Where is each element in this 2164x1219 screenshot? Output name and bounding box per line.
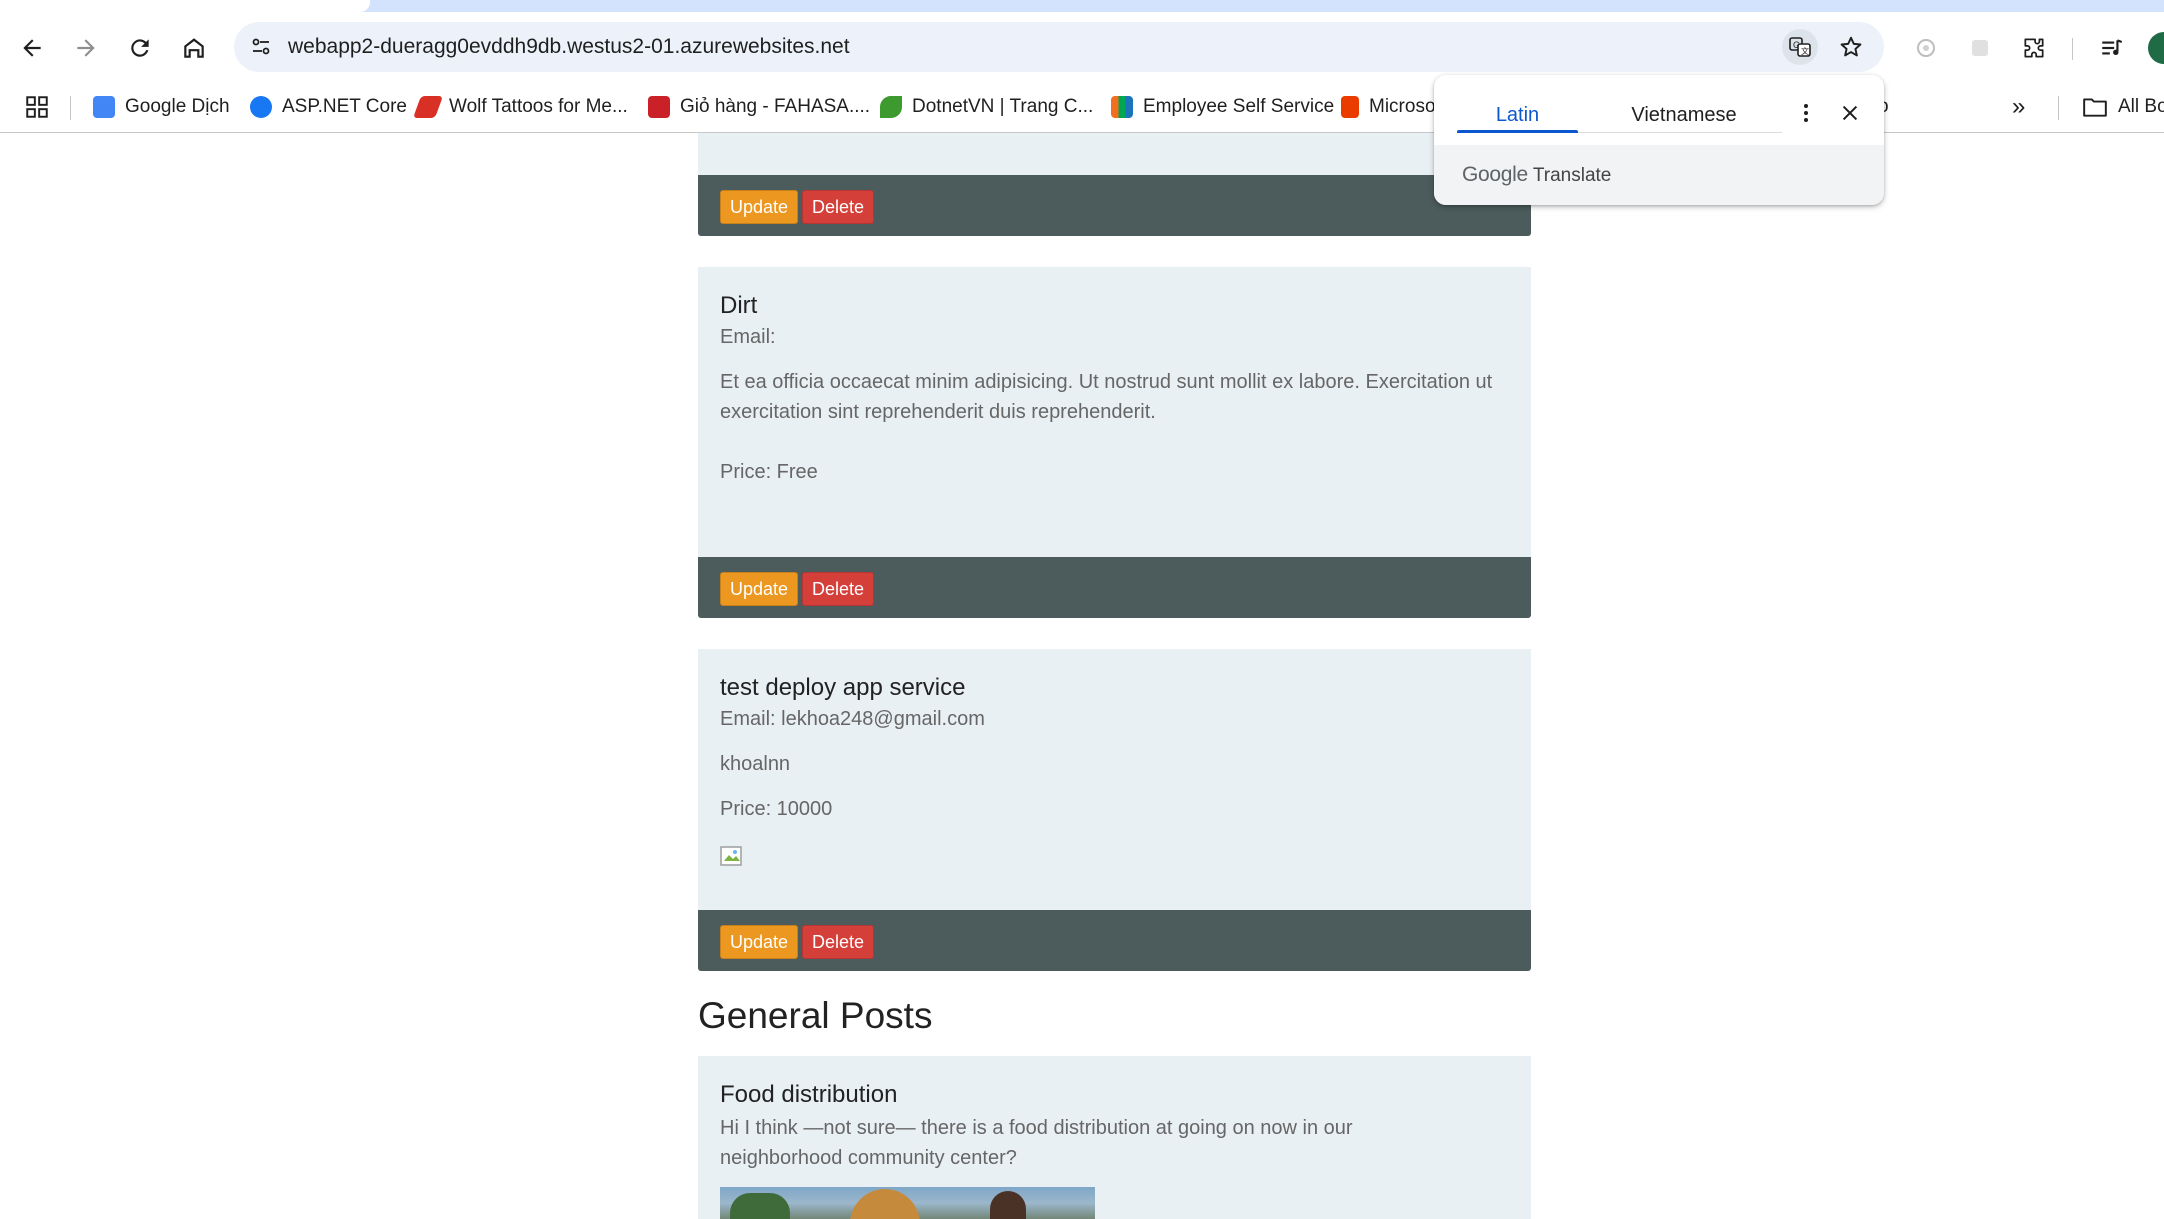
tab-vietnamese[interactable]: Vietnamese (1600, 97, 1768, 133)
post-title: test deploy app service (720, 674, 966, 701)
bookmark-microsoft[interactable]: Microso (1341, 92, 1436, 122)
post-card-footer: Update Delete (698, 910, 1531, 971)
translate-footer: Google Translate (1434, 145, 1884, 205)
more-options-icon[interactable] (1788, 95, 1824, 131)
post-email: Email: lekhoa248@gmail.com (720, 708, 985, 730)
post-description: khoalnn (720, 753, 791, 775)
extension-icon[interactable] (1906, 28, 1946, 68)
wolf-tattoos-favicon-icon (412, 96, 444, 118)
office-favicon-icon (1341, 96, 1359, 118)
bookmark-label: DotnetVN | Trang C... (912, 96, 1094, 117)
bookmark-employee-self-service[interactable]: Employee Self Service (1111, 92, 1334, 122)
photo-foliage (730, 1193, 790, 1219)
tab-latin[interactable]: Latin (1457, 97, 1578, 133)
bookmarks-separator (70, 96, 71, 120)
reload-button[interactable] (120, 28, 160, 68)
bookmark-label: Employee Self Service (1143, 96, 1335, 117)
general-post-card: Food distribution Hi I think —not sure— … (698, 1056, 1531, 1219)
extensions-puzzle-icon[interactable] (2014, 28, 2054, 68)
post-title: Food distribution (720, 1081, 898, 1108)
home-icon (184, 38, 204, 58)
bookmark-google-dich[interactable]: Google Dịch (93, 92, 230, 122)
google-translate-brand: Google Translate (1462, 163, 1611, 187)
active-tab[interactable] (0, 0, 370, 12)
bookmark-wolf-tattoos[interactable]: Wolf Tattoos for Me... (412, 92, 628, 122)
back-arrow-icon (23, 39, 41, 57)
post-description: Et ea officia occaecat minim adipisicing… (720, 371, 1493, 423)
post-email: Email: (720, 326, 776, 348)
media-controls-icon[interactable] (2092, 28, 2132, 68)
extension-2-icon[interactable] (1960, 28, 2000, 68)
folder-icon (2082, 96, 2108, 118)
delete-button[interactable]: Delete (802, 925, 875, 959)
forward-button[interactable] (66, 28, 106, 68)
photo-figure (990, 1191, 1026, 1219)
tab-strip (0, 0, 2164, 12)
general-posts-heading: General Posts (698, 995, 933, 1036)
bookmark-label: Microso (1369, 96, 1436, 117)
fahasa-favicon-icon (648, 96, 670, 118)
back-button[interactable] (12, 28, 52, 68)
photo-figure (850, 1189, 920, 1219)
forward-arrow-icon (77, 39, 95, 57)
bookmark-label: Giỏ hàng - FAHASA.... (680, 96, 871, 117)
translate-page-icon[interactable]: G文 (1782, 29, 1818, 65)
facebook-favicon-icon (250, 96, 272, 118)
dotnetvn-favicon-icon (880, 96, 902, 118)
bookmarks-overflow-button[interactable]: » (2012, 92, 2025, 122)
bookmark-star-icon[interactable] (1834, 30, 1868, 64)
close-icon[interactable] (1832, 95, 1868, 131)
page-content: Update Delete Dirt Email: Et ea officia … (0, 133, 2164, 1219)
all-bookmarks-button[interactable]: All Bo (2082, 92, 2164, 122)
post-card: test deploy app service Email: lekhoa248… (698, 649, 1531, 910)
post-description: Hi I think —not sure— there is a food di… (720, 1117, 1353, 1169)
site-settings-icon[interactable] (244, 30, 278, 64)
post-title: Dirt (720, 292, 758, 319)
bookmark-label: Wolf Tattoos for Me... (449, 96, 628, 117)
all-bookmarks-label: All Bo (2118, 96, 2164, 117)
active-tab-indicator (1457, 130, 1578, 133)
fpt-favicon-icon (1111, 96, 1133, 118)
bookmark-dotnetvn[interactable]: DotnetVN | Trang C... (880, 92, 1093, 122)
translate-popup: Latin Vietnamese Google Translate (1434, 75, 1884, 205)
google-translate-favicon-icon (93, 96, 115, 118)
update-button[interactable]: Update (720, 572, 799, 606)
chevron-double-right-icon: » (2012, 93, 2026, 120)
svg-text:文: 文 (1801, 46, 1809, 56)
bookmarks-separator (2058, 96, 2059, 120)
post-price: Price: Free (720, 461, 818, 483)
toolbar-separator (2072, 38, 2073, 60)
bookmark-fahasa[interactable]: Giỏ hàng - FAHASA.... (648, 92, 870, 122)
browser-toolbar: webapp2-dueragg0evddh9db.westus2-01.azur… (0, 12, 2164, 82)
translate-wordmark: Translate (1532, 165, 1612, 186)
apps-grid-icon[interactable] (24, 94, 50, 120)
post-price: Price: 10000 (720, 798, 833, 820)
delete-button[interactable]: Delete (802, 572, 875, 606)
post-card: Dirt Email: Et ea officia occaecat minim… (698, 267, 1531, 557)
update-button[interactable]: Update (720, 925, 799, 959)
delete-button[interactable]: Delete (802, 190, 875, 224)
post-card (698, 133, 1531, 175)
url-text[interactable]: webapp2-dueragg0evddh9db.westus2-01.azur… (288, 35, 850, 59)
broken-image-icon (720, 846, 744, 868)
post-image (720, 1187, 1095, 1219)
profile-avatar[interactable] (2148, 32, 2164, 64)
address-bar[interactable]: webapp2-dueragg0evddh9db.westus2-01.azur… (234, 22, 1884, 72)
home-button[interactable] (174, 28, 214, 68)
google-wordmark: Google (1462, 163, 1528, 186)
bookmark-label: Google Dịch (125, 96, 230, 117)
post-card-footer: Update Delete (698, 175, 1531, 236)
update-button[interactable]: Update (720, 190, 799, 224)
post-card-footer: Update Delete (698, 557, 1531, 618)
reload-icon (131, 39, 149, 57)
bookmark-label: ASP.NET Core (282, 96, 407, 117)
bookmark-aspnet-core[interactable]: ASP.NET Core (250, 92, 407, 122)
